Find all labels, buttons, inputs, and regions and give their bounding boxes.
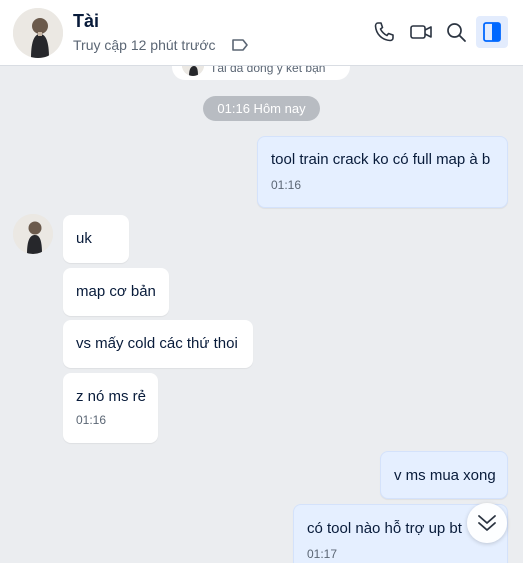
last-active-status: Truy cập 12 phút trước	[73, 37, 216, 53]
message-text: uk	[76, 230, 92, 247]
message-list[interactable]: Tài đã đồng ý kết bạn 01:16 Hôm nay tool…	[0, 66, 523, 563]
conversation-info-button[interactable]	[476, 16, 508, 48]
friend-accepted-text: Tài đã đồng ý kết bạn	[210, 66, 326, 75]
incoming-message[interactable]: map cơ bản	[63, 268, 169, 316]
video-call-icon[interactable]	[409, 20, 433, 44]
tag-label-icon[interactable]	[231, 38, 249, 52]
contact-avatar-image	[13, 8, 63, 58]
incoming-message[interactable]: z nó ms rẻ 01:16	[63, 373, 158, 443]
message-text: map cơ bản	[76, 283, 156, 300]
outgoing-message[interactable]: tool train crack ko có full map à b 01:1…	[257, 136, 508, 208]
incoming-message[interactable]: uk	[63, 215, 129, 263]
message-time: 01:16	[271, 178, 302, 192]
message-text: tool train crack ko có full map à b	[271, 151, 491, 168]
chat-header: Tài Truy cập 12 phút trước	[0, 0, 523, 66]
message-time: 01:17	[307, 547, 338, 561]
sender-avatar[interactable]	[13, 214, 53, 254]
message-text: z nó ms rẻ	[76, 388, 147, 405]
message-text: vs mấy cold các thứ thoi	[76, 335, 238, 352]
conversation-info-icon	[483, 22, 501, 42]
message-text: v ms mua xong	[394, 467, 496, 484]
phone-icon[interactable]	[372, 20, 396, 44]
contact-name[interactable]: Tài	[73, 11, 99, 32]
incoming-message[interactable]: vs mấy cold các thứ thoi	[63, 320, 253, 368]
double-chevron-down-icon	[478, 515, 496, 531]
scroll-to-bottom-button[interactable]	[467, 503, 507, 543]
search-icon[interactable]	[444, 20, 468, 44]
notice-avatar	[182, 66, 204, 76]
friend-accepted-notice: Tài đã đồng ý kết bạn	[172, 66, 350, 80]
message-time: 01:16	[76, 413, 107, 427]
date-separator: 01:16 Hôm nay	[203, 96, 320, 121]
outgoing-message[interactable]: v ms mua xong	[380, 451, 508, 499]
contact-avatar[interactable]	[13, 8, 63, 58]
